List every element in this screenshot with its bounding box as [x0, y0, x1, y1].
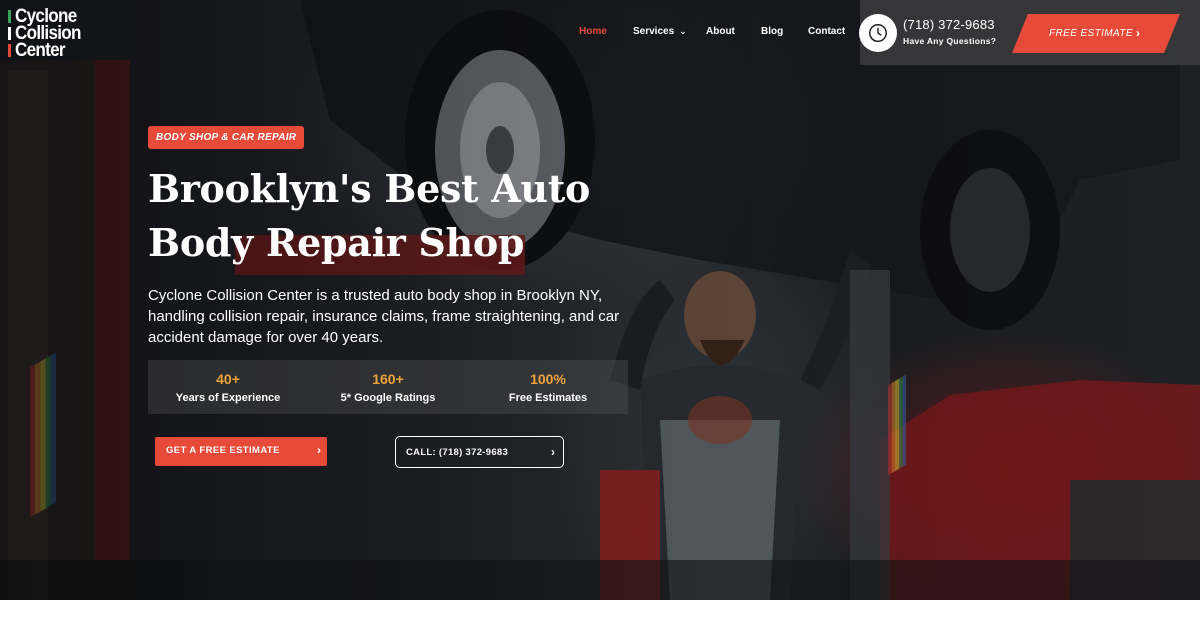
logo-bar-green: [8, 10, 11, 23]
logo-bar-white: [8, 27, 11, 40]
phone-clock-icon[interactable]: [859, 14, 897, 52]
nav-about[interactable]: About: [706, 26, 735, 37]
nav-contact[interactable]: Contact: [808, 26, 845, 37]
chevron-right-icon: ›: [551, 445, 555, 459]
stat-label: Free Estimates: [508, 392, 588, 404]
hero-description: Cyclone Collision Center is a trusted au…: [148, 287, 620, 346]
hero-tag-badge: BODY SHOP & CAR REPAIR: [148, 126, 305, 149]
stat-value: 40+: [216, 371, 240, 387]
stat-value: 100%: [530, 371, 566, 387]
stat-estimates: 100% Free Estimates: [468, 370, 628, 408]
header-phone-subtitle: Have Any Questions?: [903, 36, 997, 46]
logo-line-3: Center: [8, 40, 108, 61]
call-phone-button[interactable]: CALL: (718) 372-9683 ›: [395, 436, 564, 468]
nav-services-label: Services: [633, 26, 675, 37]
chevron-right-icon: ›: [317, 443, 321, 457]
stat-ratings: 160+ 5* Google Ratings: [308, 370, 468, 408]
chevron-right-icon: ›: [1136, 26, 1140, 40]
nav-home[interactable]: Home: [579, 26, 607, 37]
get-free-estimate-button[interactable]: GET A FREE ESTIMATE ›: [155, 437, 327, 466]
chevron-down-icon: ⌄: [679, 26, 687, 36]
free-estimate-label[interactable]: FREE ESTIMATE: [1049, 28, 1133, 39]
hero-headline: Brooklyn's Best Auto Body Repair Shop: [148, 162, 668, 270]
get-free-estimate-label: GET A FREE ESTIMATE: [166, 445, 280, 456]
stat-label: 5* Google Ratings: [340, 392, 436, 404]
header-phone-number[interactable]: (718) 372-9683: [903, 17, 995, 32]
logo-text-center: Center: [15, 40, 66, 61]
nav-blog[interactable]: Blog: [761, 26, 783, 37]
hero-headline-line-2: Body Repair Shop: [148, 220, 525, 265]
call-phone-label: CALL: (718) 372-9683: [406, 447, 509, 458]
site-logo[interactable]: Cyclone Collision Center: [8, 7, 108, 61]
stat-value: 160+: [372, 371, 404, 387]
stat-label: Years of Experience: [175, 392, 281, 404]
logo-bar-red: [8, 44, 11, 57]
hero-stats: 40+ Years of Experience 160+ 5* Google R…: [148, 360, 628, 414]
hero-headline-line-1: Brooklyn's Best Auto: [148, 166, 591, 211]
nav-services[interactable]: Services ⌄: [633, 26, 687, 37]
phone-icon-svg: [869, 24, 887, 42]
stat-years: 40+ Years of Experience: [148, 370, 308, 408]
